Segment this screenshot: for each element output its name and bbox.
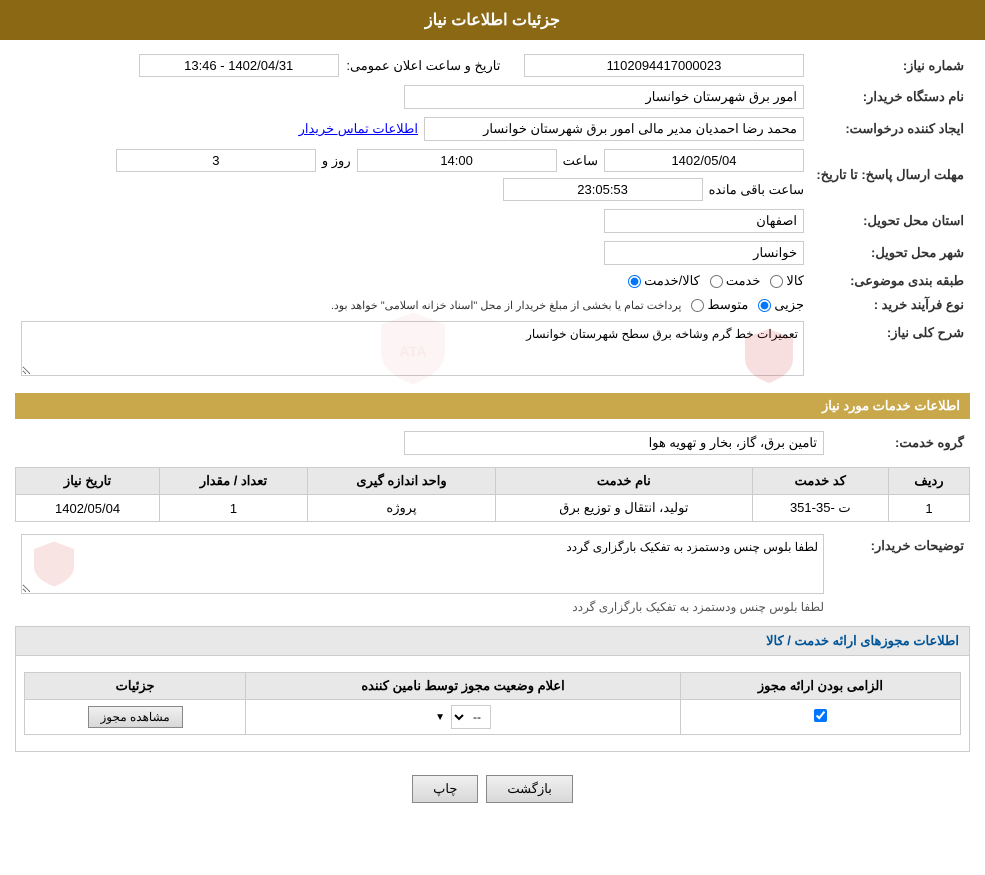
col-service-name: نام خدمت [496,468,753,495]
buyer-org-value: امور برق شهرستان خوانسار [404,85,804,109]
permits-details-cell: مشاهده مجوز [25,700,246,735]
permits-col-status: اعلام وضعیت مجوز توسط نامین کننده [246,673,681,700]
permits-mandatory-cell [680,700,960,735]
unit: پروژه [307,495,495,522]
service-group-label: گروه خدمت: [830,427,970,459]
city-value: خوانسار [604,241,804,265]
col-quantity: تعداد / مقدار [160,468,308,495]
view-permit-button[interactable]: مشاهده مجوز [88,706,183,728]
permits-header[interactable]: اطلاعات مجوزهای ارائه خدمت / کالا [16,627,969,656]
category-service-radio[interactable] [710,275,723,288]
col-service-code: کد خدمت [752,468,888,495]
main-info-table: شماره نیاز: 1102094417000023 تاریخ و ساع… [15,50,970,383]
deadline-label: مهلت ارسال پاسخ: تا تاریخ: [810,145,970,205]
purchase-type-note: پرداخت تمام یا بخشی از مبلغ خریدار از مح… [331,299,682,312]
category-service-label: خدمت [726,273,761,289]
service-group-value: تامین برق، گاز، بخار و تهویه هوا [404,431,824,455]
footer-buttons: بازگشت چاپ [15,760,970,818]
announce-value: 1402/04/31 - 13:46 [139,54,339,77]
service-name: تولید، انتقال و توزیع برق [496,495,753,522]
category-label: طبقه بندی موضوعی: [810,269,970,293]
table-row: 1 ت -35-351 تولید، انتقال و توزیع برق پر… [16,495,970,522]
services-section-title: اطلاعات خدمات مورد نیاز [15,393,970,419]
need-date: 1402/05/04 [16,495,160,522]
contact-link[interactable]: اطلاعات تماس خریدار [299,121,418,137]
service-code: ت -35-351 [752,495,888,522]
permits-content: الزامی بودن ارائه مجوز اعلام وضعیت مجوز … [16,656,969,751]
permits-mandatory-checkbox[interactable] [814,709,827,722]
deadline-date: 1402/05/04 [604,149,804,172]
purchase-type-radio-group: جزیی متوسط پرداخت تمام یا بخشی از مبلغ خ… [21,297,804,313]
row-num: 1 [888,495,969,522]
purchase-type-partial-label: جزیی [774,297,804,313]
col-date: تاریخ نیاز [16,468,160,495]
col-row-num: ردیف [888,468,969,495]
back-button[interactable]: بازگشت [486,775,572,803]
creator-label: ایجاد کننده درخواست: [810,113,970,145]
province-value: اصفهان [604,209,804,233]
deadline-remaining: 23:05:53 [503,178,703,201]
page-header: جزئیات اطلاعات نیاز [0,0,985,40]
permits-col-mandatory: الزامی بودن ارائه مجوز [680,673,960,700]
buyer-notes-textarea[interactable] [21,534,824,594]
deadline-time: 14:00 [357,149,557,172]
city-label: شهر محل تحویل: [810,237,970,269]
services-table: ردیف کد خدمت نام خدمت واحد اندازه گیری ت… [15,467,970,522]
quantity: 1 [160,495,308,522]
dropdown-icon: ▼ [435,712,445,723]
buyer-org-label: نام دستگاه خریدار: [810,81,970,113]
permits-section: اطلاعات مجوزهای ارائه خدمت / کالا الزامی… [15,626,970,752]
creator-value: محمد رضا احمدیان مدیر مالی امور برق شهرس… [424,117,804,141]
print-button[interactable]: چاپ [412,775,478,803]
service-group-table: گروه خدمت: تامین برق، گاز، بخار و تهویه … [15,427,970,459]
description-textarea[interactable]: <span data-bind="fields.description_valu… [21,321,804,376]
category-goods-service-label: کالا/خدمت [644,273,700,289]
permits-table: الزامی بودن ارائه مجوز اعلام وضعیت مجوز … [24,672,961,735]
request-number-label: شماره نیاز: [810,50,970,81]
permits-status-select[interactable]: -- [451,705,491,729]
buyer-notes-label: توضیحات خریدار: [830,530,970,618]
request-number-value: 1102094417000023 [524,54,804,77]
permits-col-details: جزئیات [25,673,246,700]
purchase-type-medium-radio[interactable] [691,299,704,312]
category-goods-label: کالا [786,273,804,289]
deadline-time-label: ساعت [563,153,598,169]
description-label: شرح کلی نیاز: [810,317,970,383]
deadline-days-label: روز و [322,153,351,169]
deadline-days: 3 [116,149,316,172]
category-goods-radio[interactable] [770,275,783,288]
buyer-notes-hint: لطفا بلوس چنس ودستمزد به تفکیک بارگزاری … [21,600,824,614]
col-unit: واحد اندازه گیری [307,468,495,495]
announce-label: تاریخ و ساعت اعلان عمومی: [346,58,500,73]
page-title: جزئیات اطلاعات نیاز [425,12,560,29]
purchase-type-partial-radio[interactable] [758,299,771,312]
deadline-remaining-label: ساعت باقی مانده [709,182,804,198]
permits-status-cell: -- ▼ [246,700,681,735]
permits-table-row: -- ▼ مشاهده مجوز [25,700,961,735]
purchase-type-label: نوع فرآیند خرید : [810,293,970,317]
purchase-type-medium-label: متوسط [707,297,748,313]
buyer-notes-table: توضیحات خریدار: لطفا بلوس چنس ودستمزد به… [15,530,970,618]
category-goods-service-radio[interactable] [628,275,641,288]
category-radio-group: کالا خدمت کالا/خدمت [21,273,804,289]
province-label: استان محل تحویل: [810,205,970,237]
